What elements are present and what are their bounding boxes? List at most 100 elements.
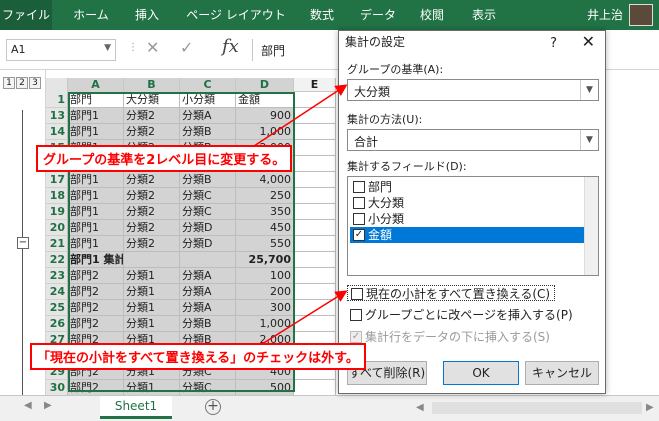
cell-e[interactable] — [294, 268, 336, 284]
cell-e[interactable] — [294, 140, 336, 156]
cell-b[interactable]: 分類2 — [124, 108, 180, 124]
group-by-select[interactable]: 大分類 ▼ — [347, 79, 599, 101]
name-box[interactable]: A1 ▼ — [6, 39, 116, 61]
field-item-daibunrui[interactable]: 大分類 — [350, 195, 586, 211]
horizontal-scrollbar[interactable] — [432, 402, 642, 414]
row-header[interactable]: 17 — [46, 172, 68, 188]
ok-button[interactable]: OK — [443, 361, 519, 385]
cell-e[interactable] — [294, 188, 336, 204]
cell-d[interactable]: 1,000 — [236, 316, 294, 332]
close-icon[interactable]: ✕ — [582, 31, 595, 53]
avatar[interactable] — [629, 4, 653, 26]
cancel-button[interactable]: キャンセル — [525, 361, 599, 385]
row-header[interactable]: 19 — [46, 204, 68, 220]
cell-a[interactable]: 部門2 — [68, 300, 124, 316]
cell-e[interactable] — [294, 316, 336, 332]
user-name[interactable]: 井上治 — [587, 0, 623, 30]
cell-a[interactable]: 部門 — [68, 92, 124, 108]
column-header-a[interactable]: A — [68, 78, 124, 92]
cell-d[interactable]: 1,000 — [236, 124, 294, 140]
dialog-title-bar[interactable]: 集計の設定 ? ✕ — [339, 31, 605, 55]
cell-d[interactable]: 300 — [236, 300, 294, 316]
tab-insert[interactable]: 挿入 — [126, 0, 168, 30]
column-header-d[interactable]: D — [236, 78, 294, 92]
chevron-down-icon[interactable]: ▼ — [104, 43, 111, 53]
cell-a[interactable]: 部門2 — [68, 268, 124, 284]
field-item-kingaku[interactable]: ✓ 金額 — [350, 227, 586, 243]
cell-c[interactable] — [180, 252, 236, 268]
cell-e[interactable] — [294, 92, 336, 108]
cell-c[interactable]: 分類C — [180, 380, 236, 395]
row-header[interactable]: 25 — [46, 300, 68, 316]
cell-a[interactable]: 部門1 — [68, 204, 124, 220]
cell-c[interactable]: 分類C — [180, 188, 236, 204]
cell-e[interactable] — [294, 236, 336, 252]
cell-b[interactable]: 分類2 — [124, 172, 180, 188]
page-break-checkbox[interactable] — [350, 309, 362, 321]
column-header-b[interactable]: B — [124, 78, 180, 92]
row-header[interactable]: 26 — [46, 316, 68, 332]
tab-page-layout[interactable]: ページ レイアウト — [182, 0, 290, 30]
chevron-down-icon[interactable]: ▼ — [580, 130, 598, 150]
outline-level-1-button[interactable]: 1 — [3, 77, 15, 89]
cell-c[interactable]: 分類B — [180, 316, 236, 332]
tab-home[interactable]: ホーム — [66, 0, 116, 30]
fields-list[interactable]: 部門 大分類 小分類 ✓ 金額 — [347, 176, 599, 276]
cell-e[interactable] — [294, 204, 336, 220]
cell-b[interactable]: 分類2 — [124, 124, 180, 140]
cell-e[interactable] — [294, 108, 336, 124]
cell-b[interactable]: 分類2 — [124, 236, 180, 252]
enter-check-icon[interactable]: ✓ — [180, 38, 193, 57]
insert-function-icon[interactable]: fx — [222, 36, 239, 57]
field-item-bumon[interactable]: 部門 — [350, 179, 586, 195]
cell-b[interactable]: 分類1 — [124, 300, 180, 316]
cell-b[interactable]: 分類2 — [124, 220, 180, 236]
tab-formulas[interactable]: 数式 — [300, 0, 344, 30]
cell-a[interactable]: 部門2 — [68, 316, 124, 332]
cell-d[interactable]: 4,000 — [236, 172, 294, 188]
tab-review[interactable]: 校閲 — [410, 0, 454, 30]
cell-b[interactable]: 分類2 — [124, 204, 180, 220]
cell-e[interactable] — [294, 380, 336, 395]
cell-d[interactable]: 250 — [236, 188, 294, 204]
cell-b[interactable]: 分類1 — [124, 284, 180, 300]
cell-d[interactable]: 900 — [236, 108, 294, 124]
cell-e[interactable] — [294, 156, 336, 172]
cell-c[interactable]: 分類A — [180, 268, 236, 284]
tab-view[interactable]: 表示 — [462, 0, 506, 30]
cell-a[interactable]: 部門1 — [68, 108, 124, 124]
cell-e[interactable] — [294, 124, 336, 140]
row-header[interactable]: 20 — [46, 220, 68, 236]
cell-a[interactable]: 部門1 — [68, 188, 124, 204]
cell-d[interactable]: 金額 — [236, 92, 294, 108]
cell-a[interactable]: 部門2 — [68, 284, 124, 300]
cancel-icon[interactable]: ✕ — [146, 38, 159, 57]
outline-level-3-button[interactable]: 3 — [29, 77, 41, 89]
sheet-tab-sheet1[interactable]: Sheet1 — [100, 396, 172, 419]
row-header[interactable]: 23 — [46, 268, 68, 284]
add-sheet-icon[interactable]: + — [205, 399, 221, 415]
field-checkbox[interactable] — [353, 181, 365, 193]
prev-sheet-icon[interactable]: ◀ — [24, 400, 32, 411]
cell-a[interactable]: 部門1 集計 — [68, 252, 124, 268]
cell-e[interactable] — [294, 300, 336, 316]
cell-d[interactable]: 100 — [236, 268, 294, 284]
cell-c[interactable]: 分類B — [180, 124, 236, 140]
cell-e[interactable] — [294, 220, 336, 236]
cell-c[interactable]: 分類A — [180, 300, 236, 316]
field-checkbox[interactable] — [353, 197, 365, 209]
row-header[interactable]: 30 — [46, 380, 68, 395]
cell-d[interactable]: 500 — [236, 380, 294, 395]
cell-d[interactable]: 450 — [236, 220, 294, 236]
tab-file[interactable]: ファイル — [0, 0, 52, 30]
cell-c[interactable]: 分類C — [180, 204, 236, 220]
row-header[interactable]: 13 — [46, 108, 68, 124]
page-break-option[interactable]: グループごとに改ページを挿入する(P) — [347, 307, 573, 323]
cell-b[interactable]: 大分類 — [124, 92, 180, 108]
row-header[interactable]: 22 — [46, 252, 68, 268]
cell-c[interactable]: 分類A — [180, 284, 236, 300]
outline-level-2-button[interactable]: 2 — [16, 77, 28, 89]
cell-a[interactable]: 部門1 — [68, 236, 124, 252]
cell-e[interactable] — [294, 284, 336, 300]
cell-c[interactable]: 分類D — [180, 236, 236, 252]
